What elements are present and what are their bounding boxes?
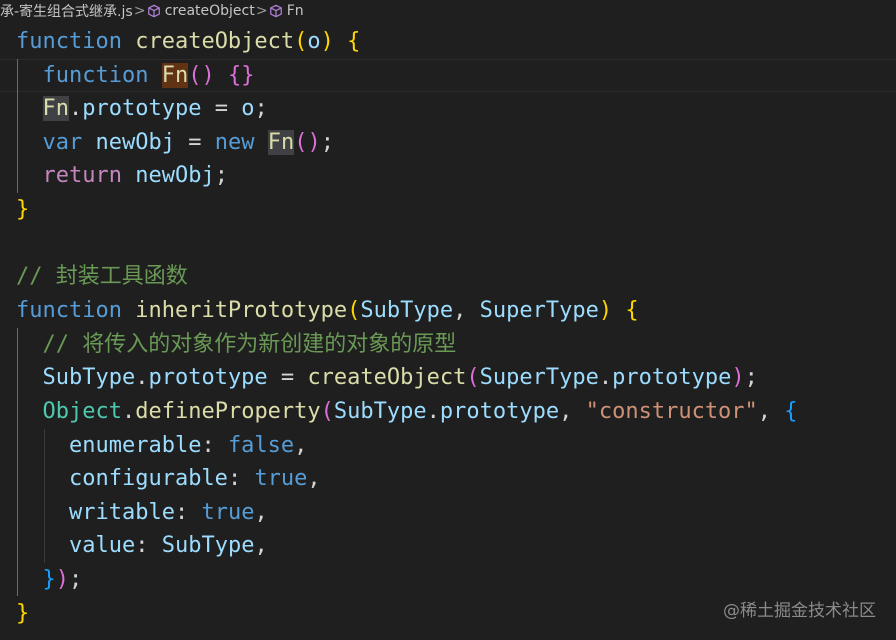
code-editor[interactable]: function createObject(o) { function Fn()… [0,25,896,640]
cube-icon [269,4,282,18]
breadcrumb: 承-寄生组合式继承.js > createObject > Fn [0,0,896,22]
code-line-10: // 将传入的对象作为新创建的对象的原型 [42,332,457,357]
code-line-1: function createObject(o) { [16,29,361,54]
cube-icon [147,4,160,18]
chevron-right-icon: > [255,3,268,19]
code-line-18: } [16,601,30,626]
code-line-14: configurable: true, [68,466,321,491]
code-line-9: function inheritPrototype(SubType, Super… [16,298,639,323]
code-line-8: // 封装工具函数 [16,264,188,289]
code-line-5: return newObj; [42,163,228,188]
code-line-12: Object.defineProperty(SubType.prototype,… [42,399,798,424]
chevron-right-icon: > [133,3,146,19]
breadcrumb-symbol-label: createObject [164,3,255,19]
breadcrumb-symbol-fn[interactable]: Fn [269,3,304,19]
code-line-16: value: SubType, [68,533,268,558]
breadcrumb-symbol-createobject[interactable]: createObject [147,3,255,19]
code-line-13: enumerable: false, [68,433,308,458]
code-line-2: function Fn() {} [42,63,255,88]
code-line-15: writable: true, [68,500,268,525]
code-line-6: } [16,197,30,222]
breadcrumb-symbol-label: Fn [286,3,304,19]
code-line-4: var newObj = new Fn(); [42,130,334,155]
code-line-3: Fn.prototype = o; [42,96,268,121]
code-line-11: SubType.prototype = createObject(SuperTy… [42,365,758,390]
code-line-17: }); [42,567,83,592]
breadcrumb-file-label: 承-寄生组合式继承.js [0,4,133,20]
watermark: @稀土掘金技术社区 [723,601,876,621]
breadcrumb-file[interactable]: 承-寄生组合式继承.js [0,1,133,21]
